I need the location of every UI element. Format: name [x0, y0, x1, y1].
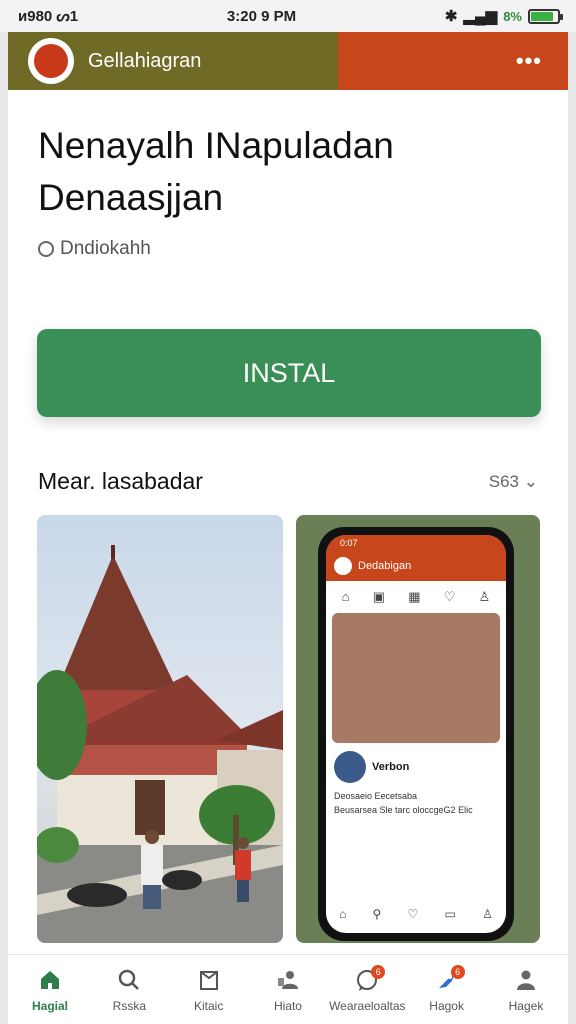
- developer-icon: [38, 241, 54, 257]
- home-icon: [37, 967, 63, 993]
- nav-label: Hagek: [508, 998, 544, 1013]
- header-title: Gellahiagran: [88, 49, 202, 72]
- nav-label: Hagial: [31, 998, 68, 1013]
- person-icon: [513, 967, 539, 993]
- app-store-page: Gellahiagran ••• Nenayalh INapuladan Den…: [8, 32, 568, 1024]
- phone-bottom-nav: ⌂ ⚲ ♡ ▭ ♙: [326, 907, 506, 921]
- battery-icon: [527, 8, 563, 24]
- notification-badge: 6: [450, 965, 465, 979]
- nav-label: Hiato: [273, 998, 302, 1013]
- signal-icon: ▂▄▆: [463, 8, 498, 25]
- heart-icon: ♡: [443, 589, 456, 604]
- status-bar: ᴎ980 ᔕ1 3:20 9 PM ✱ ▂▄▆ 8%: [0, 0, 576, 32]
- screenshot-building[interactable]: [37, 515, 283, 943]
- phone-post-line-1: Deosaeio Eecetsaba: [334, 791, 418, 801]
- phone-app-name: Dedabigan: [358, 560, 412, 572]
- bluetooth-icon: ✱: [444, 8, 458, 25]
- bottom-nav: Hagial Rsska Kitaic Hiato 6 Wearaeloalta…: [8, 954, 568, 1024]
- shop-icon: ▣: [372, 589, 385, 604]
- person-icon: ♙: [482, 907, 493, 921]
- building-illustration: [37, 545, 283, 943]
- search-icon: [116, 967, 142, 993]
- developer-name: Dndiokahh: [60, 238, 151, 259]
- phone-post-line-2: Beusarsea Sle tarc oloccgeG2 Elic: [334, 805, 473, 815]
- developer-row[interactable]: Dndiokahh: [38, 238, 151, 260]
- phone-mockup: 0:07 Dedabigan ⌂ ▣ ▦ ♡ ♙ Verbon Deosaeio…: [318, 527, 514, 941]
- nav-item-home[interactable]: Hagial: [12, 955, 88, 1024]
- person-icon: ♙: [478, 589, 491, 604]
- carrier-text: ᴎ980 ᔕ1: [18, 8, 79, 25]
- home-icon: ⌂: [341, 589, 350, 604]
- battery-percent: 8%: [503, 8, 522, 24]
- nav-item-messages[interactable]: 6 Wearaeloaltas: [329, 955, 406, 1024]
- nav-item-library[interactable]: Kitaic: [171, 955, 247, 1024]
- search-icon: ⚲: [372, 907, 382, 921]
- screenshots-section-title: Mear. lasabadar: [38, 468, 203, 494]
- nav-label: Hagok: [429, 998, 464, 1013]
- home-icon: ⌂: [339, 907, 347, 921]
- app-logo: [28, 38, 74, 84]
- nav-label: Wearaeloaltas: [329, 998, 406, 1013]
- nav-item-updates[interactable]: 6 Hagok: [409, 955, 485, 1024]
- nav-label: Rsska: [112, 998, 146, 1013]
- chat-icon: ▭: [444, 907, 456, 921]
- phone-app-logo: [334, 557, 352, 575]
- app-title: Nenayalh INapuladan Denaasjjan: [38, 125, 394, 218]
- notification-badge: 6: [371, 965, 386, 979]
- install-button[interactable]: INSTAL: [37, 329, 541, 417]
- see-more-link[interactable]: S63 ⌄: [489, 472, 538, 492]
- nav-item-search[interactable]: Rsska: [91, 955, 167, 1024]
- heart-icon: ♡: [407, 907, 419, 921]
- nav-item-profile[interactable]: Hagek: [488, 955, 564, 1024]
- clock: 3:20 9 PM: [226, 7, 297, 25]
- phone-post-image: [332, 613, 500, 743]
- grid-icon: ▦: [408, 589, 421, 604]
- phone-user-name: Verbon: [372, 761, 410, 773]
- nav-item-community[interactable]: Hiato: [250, 955, 326, 1024]
- app-header: Gellahiagran •••: [8, 32, 568, 90]
- more-options-icon[interactable]: •••: [516, 48, 542, 74]
- people-icon: [275, 967, 301, 993]
- see-more-label: S63: [488, 472, 520, 491]
- phone-toolbar: ⌂ ▣ ▦ ♡ ♙: [326, 581, 506, 613]
- phone-clock: 0:07: [326, 535, 506, 551]
- chevron-down-icon: ⌄: [523, 472, 538, 491]
- screenshot-phone[interactable]: 0:07 Dedabigan ⌂ ▣ ▦ ♡ ♙ Verbon Deosaeio…: [296, 515, 540, 943]
- status-icons: ✱ ▂▄▆ 8%: [444, 7, 563, 25]
- nav-label: Kitaic: [193, 998, 224, 1013]
- avatar: [334, 751, 366, 783]
- book-icon: [196, 967, 222, 993]
